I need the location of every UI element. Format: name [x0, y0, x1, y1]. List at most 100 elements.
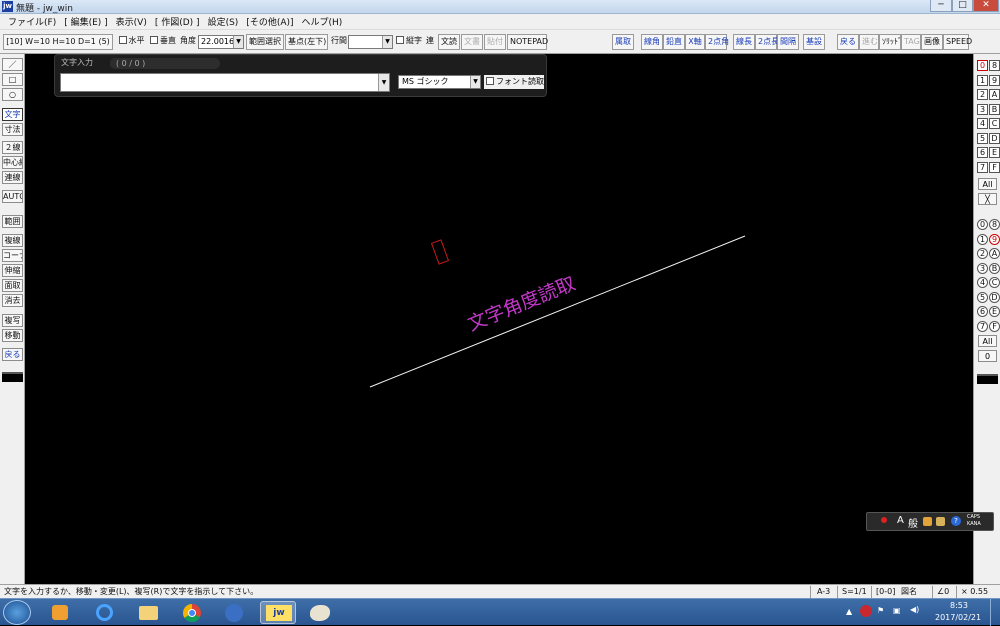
line-tool[interactable]: ／: [2, 58, 23, 71]
paper-size[interactable]: A-3: [817, 586, 830, 598]
start-button[interactable]: [3, 600, 31, 625]
line-spacing-select[interactable]: ▼: [348, 35, 393, 49]
tag-button[interactable]: TAG: [901, 34, 921, 50]
menu-help[interactable]: ヘルプ(H): [298, 15, 347, 28]
layer-group-button-a[interactable]: A: [989, 89, 1000, 100]
layer-button-8[interactable]: 8: [989, 219, 1000, 230]
move-tool[interactable]: 移動: [2, 329, 23, 342]
file-explorer-icon[interactable]: [130, 601, 166, 624]
undo-tool[interactable]: 戻る: [2, 348, 23, 361]
two-point-length-button[interactable]: 2点長: [755, 34, 779, 50]
chrome-icon[interactable]: [174, 601, 210, 624]
speed-button[interactable]: SPEED: [943, 34, 972, 50]
layer-all-button[interactable]: All: [978, 178, 997, 190]
redo-button[interactable]: 進む: [859, 34, 879, 50]
text-write-button[interactable]: 文書: [461, 34, 483, 50]
layer-group-button-7[interactable]: 7: [977, 161, 988, 173]
attr-pick-button[interactable]: 属取: [612, 34, 634, 50]
layer-group-button-3[interactable]: 3: [977, 103, 988, 115]
ren-toggle[interactable]: 連: [424, 34, 436, 50]
layer-cross-button[interactable]: ╳: [978, 193, 997, 205]
double-line-tool[interactable]: ２線: [2, 141, 23, 154]
spacing-button[interactable]: 間隔: [777, 34, 799, 50]
layer-group-button-1[interactable]: 1: [977, 74, 988, 86]
vertical-checkbox[interactable]: 垂直: [147, 34, 179, 50]
menu-file[interactable]: ファイル(F): [4, 15, 60, 28]
layer-button-f[interactable]: F: [989, 320, 1000, 332]
layer-group-button-d[interactable]: D: [989, 132, 1000, 144]
layer-group-button-e[interactable]: E: [989, 147, 1000, 158]
group-all-button[interactable]: All: [978, 335, 997, 347]
rect-tool[interactable]: □: [2, 73, 23, 86]
horizontal-checkbox[interactable]: 水平: [115, 34, 148, 50]
line-type-indicator[interactable]: [2, 372, 23, 382]
base-setting-button[interactable]: 基設: [803, 34, 825, 50]
layer-button-7[interactable]: 7: [977, 320, 988, 332]
base-point-button[interactable]: 基点(左下): [285, 34, 328, 50]
x-axis-button[interactable]: X軸: [685, 34, 705, 50]
text-tool[interactable]: 文字: [2, 108, 23, 121]
angle-indicator[interactable]: ∠0: [937, 586, 949, 598]
thunderbird-icon[interactable]: [216, 601, 252, 624]
angle-select[interactable]: 22.0016° ▼: [198, 35, 244, 49]
media-player-icon[interactable]: [42, 601, 78, 624]
layer-group-button-4[interactable]: 4: [977, 118, 988, 129]
vertical-button[interactable]: 鉛直: [663, 34, 685, 50]
layer-group-button-c[interactable]: C: [989, 118, 1000, 129]
stretch-tool[interactable]: 伸縮: [2, 264, 23, 277]
ime-toolbar[interactable]: A 般 ? CAPS KANA: [866, 512, 994, 531]
layer-button-2[interactable]: 2: [977, 248, 988, 259]
layer-button-c[interactable]: C: [989, 277, 1000, 288]
text-input-field[interactable]: ▼: [60, 73, 390, 92]
copy-tool[interactable]: 複写: [2, 314, 23, 327]
continuous-line-tool[interactable]: 連線: [2, 171, 23, 184]
font-select[interactable]: MS ゴシック ▼: [398, 75, 481, 89]
menu-draw[interactable]: [ 作図(D) ]: [151, 15, 204, 28]
image-button[interactable]: 画像: [921, 34, 943, 50]
layer-group-button-2[interactable]: 2: [977, 89, 988, 100]
minimize-button[interactable]: ─: [930, 0, 952, 12]
layer-button-b[interactable]: B: [989, 262, 1000, 274]
help-icon[interactable]: ?: [951, 516, 961, 526]
center-line-tool[interactable]: 中心線: [2, 156, 23, 169]
font-size-button[interactable]: [10] W=10 H=10 D=1 (5): [3, 34, 113, 50]
undo-button[interactable]: 戻る: [837, 34, 859, 50]
close-button[interactable]: ✕: [973, 0, 999, 12]
layer-group-button-0[interactable]: 0: [977, 60, 988, 71]
circle-tool[interactable]: ○: [2, 88, 23, 101]
layer-group-button-b[interactable]: B: [989, 103, 1000, 115]
flag-icon[interactable]: ⚑: [877, 606, 884, 615]
layer-indicator[interactable]: [0-0]: [876, 586, 895, 598]
auto-tool[interactable]: AUTO: [2, 190, 23, 203]
layer-button-e[interactable]: E: [989, 306, 1000, 317]
layer-button-0[interactable]: 0: [977, 219, 988, 230]
paste-button[interactable]: 貼付: [484, 34, 506, 50]
scale[interactable]: S=1/1: [842, 586, 867, 598]
maximize-button[interactable]: □: [952, 0, 973, 12]
clock-date[interactable]: 2017/02/21: [935, 613, 981, 622]
layer-group-button-6[interactable]: 6: [977, 147, 988, 158]
menu-settings[interactable]: 設定(S): [204, 15, 243, 28]
ime-label[interactable]: 般: [908, 515, 918, 530]
paint-icon[interactable]: [302, 601, 338, 624]
ime-tool-icon[interactable]: [923, 517, 932, 526]
network-icon[interactable]: ▣: [893, 606, 901, 615]
tray-expand-icon[interactable]: ▲: [846, 607, 852, 616]
text-read-button[interactable]: 文読: [438, 34, 460, 50]
layer-button-3[interactable]: 3: [977, 262, 988, 274]
offset-tool[interactable]: 複線: [2, 234, 23, 247]
layer-group-button-9[interactable]: 9: [989, 74, 1000, 86]
chevron-down-icon[interactable]: ▼: [378, 74, 389, 91]
corner-tool[interactable]: コーナー: [2, 249, 23, 262]
dimension-tool[interactable]: 寸法: [2, 123, 23, 136]
menu-view[interactable]: 表示(V): [112, 15, 151, 28]
layer-button-6[interactable]: 6: [977, 306, 988, 317]
drawn-line[interactable]: [369, 235, 746, 388]
layer-button-d[interactable]: D: [989, 291, 1000, 303]
tate-checkbox[interactable]: 縦字: [394, 34, 424, 50]
layer-button-a[interactable]: A: [989, 248, 1000, 259]
figure-name[interactable]: 図名: [901, 586, 917, 598]
solid-button[interactable]: ｿﾘｯﾄﾞ: [879, 34, 902, 50]
layer-button-5[interactable]: 5: [977, 291, 988, 303]
menu-edit[interactable]: [ 編集(E) ]: [60, 15, 111, 28]
